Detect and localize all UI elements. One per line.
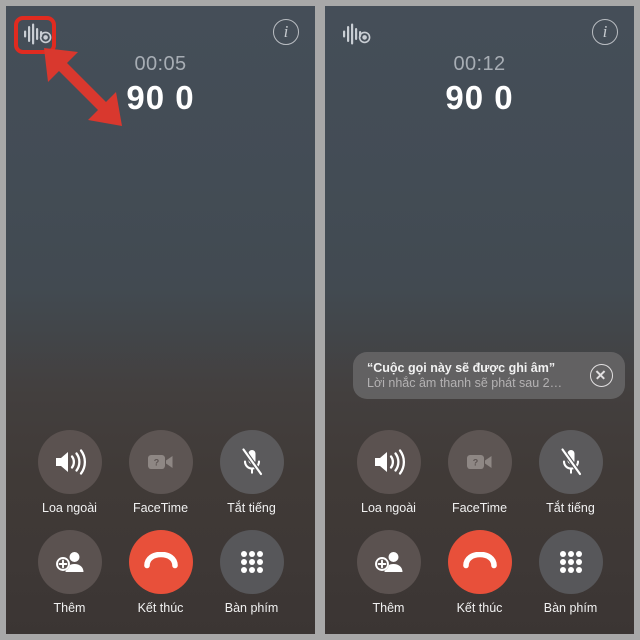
end-call-handset-icon[interactable] (447, 530, 512, 594)
control-speaker[interactable]: Loa ngoài (26, 430, 114, 516)
control-label: Bàn phím (224, 601, 279, 615)
control-label: Tắt tiếng (546, 501, 595, 515)
banner-text-block: “Cuộc gọi này sẽ được ghi âm” Lời nhắc â… (367, 361, 582, 391)
control-label: Loa ngoài (361, 501, 416, 515)
call-info-button[interactable]: i (592, 19, 618, 45)
phone-screen-left: i 00:05 90 0 Loa ngoài ? FaceTime Tắt ti… (6, 6, 315, 634)
call-controls-grid: Loa ngoài ? FaceTime Tắt tiếng Thêm Kết … (6, 430, 315, 616)
end-call-handset-icon[interactable] (128, 530, 193, 594)
banner-title: “Cuộc gọi này sẽ được ghi âm” (367, 360, 556, 375)
control-mute[interactable]: Tắt tiếng (527, 430, 615, 516)
phone-screen-right: i 00:12 90 0 “Cuộc gọi này sẽ được ghi â… (325, 6, 634, 634)
close-circle-icon[interactable] (590, 364, 613, 387)
call-duration-timer: 00:05 (134, 53, 187, 75)
control-label: FaceTime (451, 501, 508, 515)
control-label: Thêm (372, 601, 405, 615)
screenshot-root: i 00:05 90 0 Loa ngoài ? FaceTime Tắt ti… (0, 0, 640, 640)
keypad-dots-icon[interactable] (538, 530, 603, 594)
facetime-video-disabled-icon[interactable]: ? (128, 430, 193, 494)
control-label: Kết thúc (137, 601, 184, 615)
control-facetime[interactable]: ? FaceTime (436, 430, 524, 516)
audio-waveform-record-icon[interactable] (22, 20, 52, 48)
speaker-wave-icon[interactable] (356, 430, 421, 494)
banner-subtitle: Lời nhắc âm thanh sẽ phát sau 2… (367, 375, 563, 390)
facetime-video-disabled-icon[interactable]: ? (447, 430, 512, 494)
control-label: Tắt tiếng (227, 501, 276, 515)
control-label: FaceTime (132, 501, 189, 515)
speaker-wave-icon[interactable] (37, 430, 102, 494)
call-phone-number: 90 0 (126, 79, 195, 116)
control-end-call[interactable]: Kết thúc (436, 530, 524, 616)
control-keypad[interactable]: Bàn phím (208, 530, 296, 616)
recording-notification-banner[interactable]: “Cuộc gọi này sẽ được ghi âm” Lời nhắc â… (353, 352, 625, 399)
call-controls-grid: Loa ngoài ? FaceTime Tắt tiếng Thêm Kết … (325, 430, 634, 616)
control-end-call[interactable]: Kết thúc (117, 530, 205, 616)
control-add-call[interactable]: Thêm (345, 530, 433, 616)
control-label: Loa ngoài (42, 501, 97, 515)
control-keypad[interactable]: Bàn phím (527, 530, 615, 616)
call-info-button[interactable]: i (273, 19, 299, 45)
audio-waveform-record-icon[interactable] (341, 20, 371, 48)
call-header: 00:12 90 0 (325, 52, 634, 118)
control-label: Thêm (53, 601, 86, 615)
control-label: Kết thúc (456, 601, 503, 615)
add-person-icon[interactable] (356, 530, 421, 594)
keypad-dots-icon[interactable] (219, 530, 284, 594)
control-facetime[interactable]: ? FaceTime (117, 430, 205, 516)
microphone-slash-icon[interactable] (538, 430, 603, 494)
control-add-call[interactable]: Thêm (26, 530, 114, 616)
add-person-icon[interactable] (37, 530, 102, 594)
call-header: 00:05 90 0 (6, 52, 315, 118)
control-mute[interactable]: Tắt tiếng (208, 430, 296, 516)
svg-text:?: ? (472, 457, 478, 467)
svg-text:?: ? (153, 457, 159, 467)
call-phone-number: 90 0 (445, 79, 514, 116)
control-speaker[interactable]: Loa ngoài (345, 430, 433, 516)
control-label: Bàn phím (543, 601, 598, 615)
microphone-slash-icon[interactable] (219, 430, 284, 494)
call-duration-timer: 00:12 (453, 53, 506, 75)
